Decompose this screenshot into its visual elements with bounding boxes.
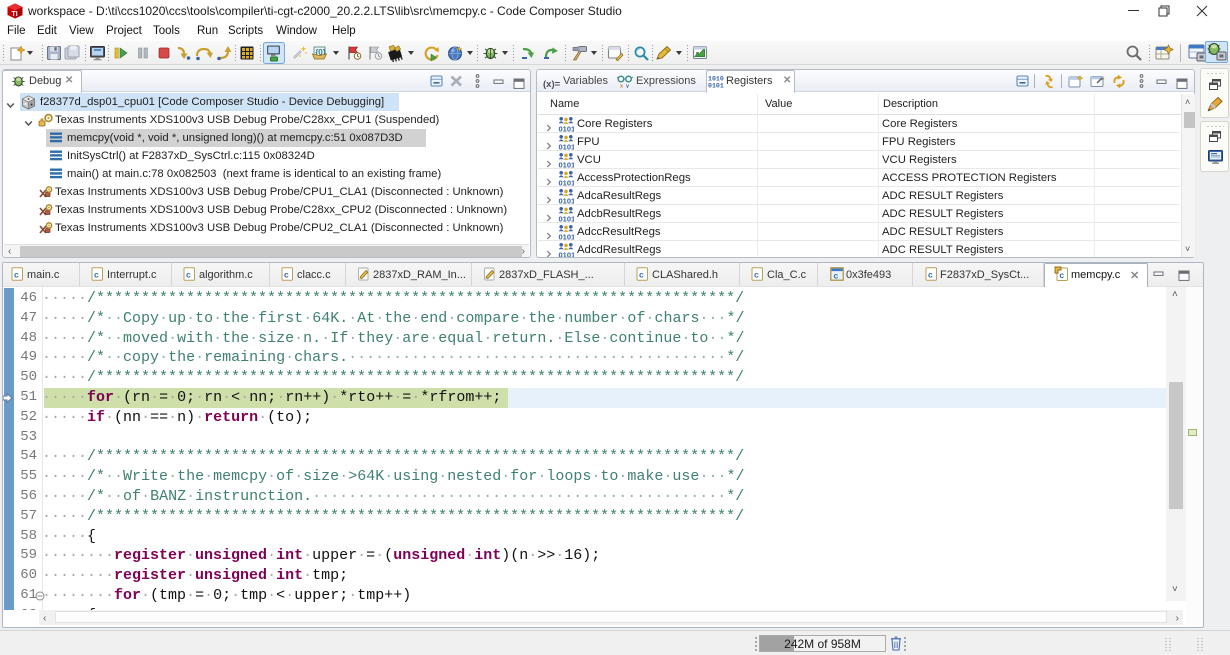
svg-text:0101: 0101 bbox=[559, 179, 575, 187]
svg-text:c: c bbox=[639, 270, 644, 280]
svg-text:0101: 0101 bbox=[559, 143, 575, 151]
svg-text:c: c bbox=[94, 270, 99, 280]
svg-text:c: c bbox=[928, 270, 933, 280]
svg-text:c: c bbox=[834, 271, 839, 281]
svg-text:c: c bbox=[754, 270, 759, 280]
svg-text:c: c bbox=[284, 270, 289, 280]
svg-text:c: c bbox=[1059, 270, 1064, 280]
svg-text:0101: 0101 bbox=[559, 125, 575, 133]
svg-text:c: c bbox=[14, 270, 19, 280]
svg-text:c: c bbox=[186, 270, 191, 280]
svg-text:0101: 0101 bbox=[559, 251, 575, 258]
svg-text:0101: 0101 bbox=[559, 215, 575, 223]
svg-text:0101: 0101 bbox=[559, 161, 575, 169]
svg-text:0101: 0101 bbox=[559, 197, 575, 205]
svg-text:TI: TI bbox=[12, 11, 18, 18]
svg-text:0101: 0101 bbox=[559, 233, 575, 241]
